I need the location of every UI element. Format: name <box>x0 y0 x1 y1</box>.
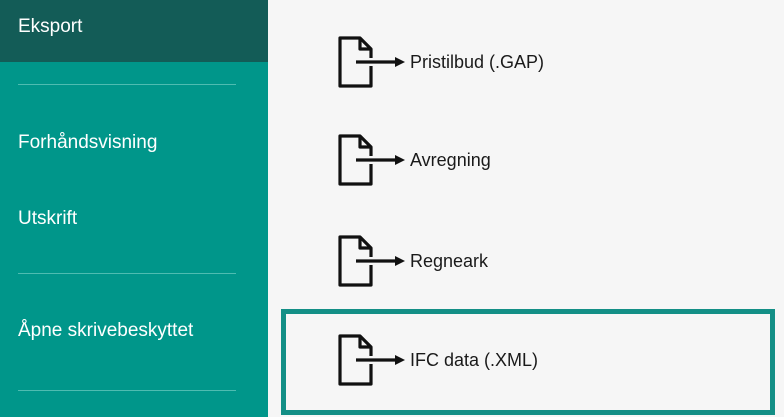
export-option-pristilbud[interactable]: Pristilbud (.GAP) <box>328 30 748 100</box>
export-document-icon <box>338 235 405 287</box>
export-option-label: Avregning <box>410 150 491 170</box>
sidebar-divider <box>18 390 236 391</box>
sidebar-item-eksport[interactable]: Eksport <box>18 16 82 38</box>
export-document-icon <box>338 36 405 88</box>
sidebar-item-forhandsvisning[interactable]: Forhåndsvisning <box>18 132 157 154</box>
export-option-ifc-data[interactable]: IFC data (.XML) <box>328 328 748 398</box>
export-option-avregning[interactable]: Avregning <box>328 128 748 198</box>
export-option-label: Regneark <box>410 251 489 271</box>
backstage-export-view: Eksport Forhåndsvisning Utskrift Åpne sk… <box>0 0 784 417</box>
backstage-sidebar: Eksport Forhåndsvisning Utskrift Åpne sk… <box>0 0 268 417</box>
sidebar-divider <box>18 84 236 85</box>
export-option-label: Pristilbud (.GAP) <box>410 52 545 72</box>
sidebar-item-utskrift[interactable]: Utskrift <box>18 208 77 230</box>
export-document-icon <box>338 334 405 386</box>
export-option-label: IFC data (.XML) <box>410 350 539 370</box>
export-option-regneark[interactable]: Regneark <box>328 229 748 299</box>
export-document-icon <box>338 134 405 186</box>
sidebar-item-apne-skrivebeskyttet[interactable]: Åpne skrivebeskyttet <box>18 320 193 342</box>
sidebar-divider <box>18 273 236 274</box>
